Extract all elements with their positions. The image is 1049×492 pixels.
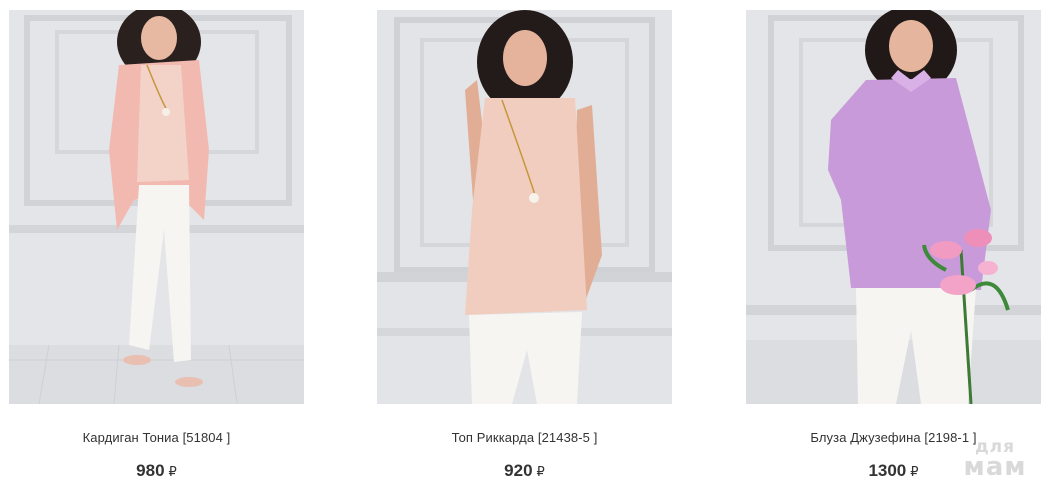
product-price: 920 ₽ — [377, 461, 672, 481]
currency-symbol: ₽ — [168, 464, 177, 479]
price-value: 980 — [136, 461, 165, 480]
watermark-line2: мам — [963, 452, 1027, 483]
product-price: 980 ₽ — [9, 461, 304, 481]
product-card[interactable]: Топ Риккарда [21438-5 ] 920 ₽ — [377, 10, 672, 492]
price-value: 920 — [504, 461, 533, 480]
price-value: 1300 — [868, 461, 907, 480]
product-name[interactable]: Кардиган Тониа [51804 ] — [9, 430, 304, 445]
product-card[interactable]: Блуза Джузефина [2198-1 ] 1300 ₽ — [746, 10, 1041, 492]
product-image[interactable] — [746, 10, 1041, 404]
currency-symbol: ₽ — [910, 464, 919, 479]
product-name[interactable]: Топ Риккарда [21438-5 ] — [377, 430, 672, 445]
product-image[interactable] — [377, 10, 672, 404]
product-image[interactable] — [9, 10, 304, 404]
product-grid: Кардиган Тониа [51804 ] 980 ₽ Топ Риккар… — [0, 0, 1049, 492]
product-card[interactable]: Кардиган Тониа [51804 ] 980 ₽ — [9, 10, 304, 492]
site-watermark: для мам — [955, 439, 1035, 483]
currency-symbol: ₽ — [536, 464, 545, 479]
